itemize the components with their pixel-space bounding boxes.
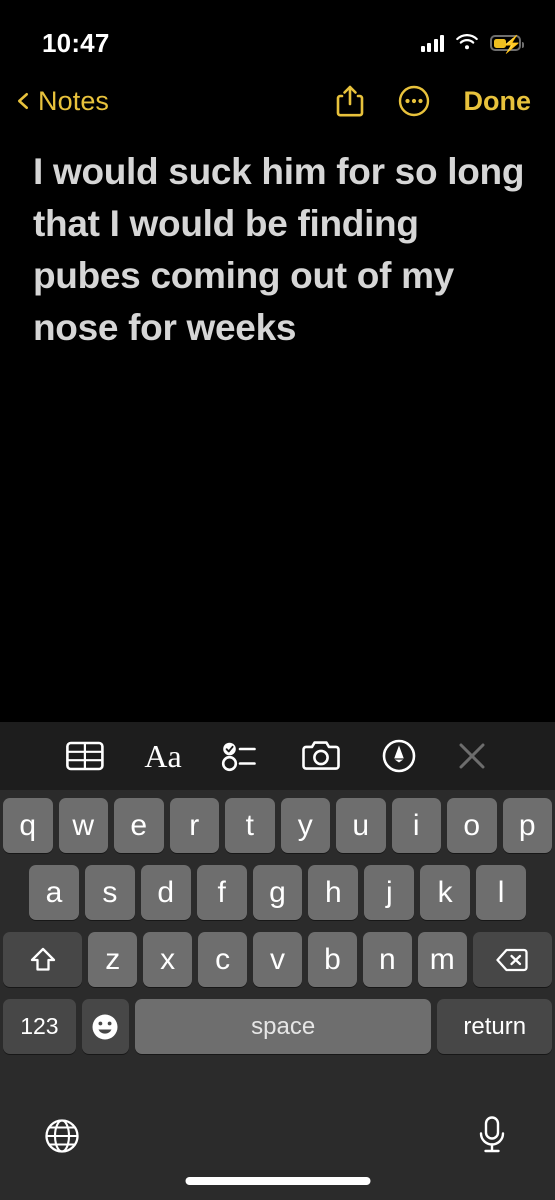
checklist-button[interactable] — [221, 739, 261, 773]
format-toolbar: Aa — [0, 722, 555, 790]
share-button[interactable] — [336, 84, 364, 118]
table-button[interactable] — [65, 739, 105, 773]
microphone-icon — [479, 1116, 505, 1153]
checklist-icon — [221, 742, 256, 772]
key-w[interactable]: w — [58, 798, 108, 853]
navigation-bar: Notes Done — [0, 72, 555, 130]
key-y[interactable]: y — [280, 798, 330, 853]
keyboard-row-2: a s d f g h j k l — [0, 865, 555, 920]
status-time: 10:47 — [42, 27, 110, 58]
key-t[interactable]: t — [225, 798, 275, 853]
table-icon — [66, 741, 105, 771]
key-d[interactable]: d — [140, 865, 191, 920]
status-indicators: ⚡ — [420, 34, 524, 54]
close-keyboard-button[interactable] — [455, 739, 489, 773]
cellular-signal-icon — [420, 34, 444, 52]
language-switch-button[interactable] — [42, 1116, 82, 1161]
key-q[interactable]: q — [3, 798, 53, 853]
note-editor[interactable]: I would suck him for so long that I woul… — [0, 130, 555, 720]
keyboard-bottom-bar — [0, 1100, 555, 1200]
back-button-label: Notes — [38, 85, 110, 116]
camera-button[interactable] — [300, 739, 342, 773]
key-x[interactable]: x — [143, 932, 193, 987]
back-to-notes-button[interactable]: Notes — [14, 86, 109, 117]
phone-screen: 10:47 ⚡ Notes Done I would suck him for … — [0, 0, 555, 1200]
key-g[interactable]: g — [252, 865, 303, 920]
return-key[interactable]: return — [437, 999, 553, 1054]
keyboard-row-4: 123 space return — [0, 999, 555, 1054]
shift-icon — [30, 947, 55, 971]
backspace-key[interactable] — [472, 932, 552, 987]
close-icon — [459, 743, 485, 769]
key-v[interactable]: v — [253, 932, 302, 987]
space-key[interactable]: space — [134, 999, 432, 1054]
share-icon — [336, 85, 363, 117]
wifi-icon — [456, 34, 478, 50]
ellipsis-circle-icon — [398, 85, 429, 117]
camera-icon — [301, 741, 340, 770]
key-j[interactable]: j — [364, 865, 415, 920]
key-e[interactable]: e — [114, 798, 164, 853]
emoji-icon — [92, 1014, 118, 1039]
key-f[interactable]: f — [196, 865, 247, 920]
globe-icon — [45, 1119, 79, 1153]
backspace-icon — [496, 948, 528, 971]
key-n[interactable]: n — [362, 932, 412, 987]
done-button[interactable]: Done — [464, 86, 532, 117]
more-options-button[interactable] — [398, 85, 430, 117]
key-u[interactable]: u — [336, 798, 386, 853]
status-bar: 10:47 ⚡ — [0, 0, 555, 72]
key-p[interactable]: p — [502, 798, 552, 853]
key-i[interactable]: i — [391, 798, 441, 853]
note-body-text: I would suck him for so long that I woul… — [33, 151, 535, 348]
numbers-key[interactable]: 123 — [3, 999, 76, 1054]
key-o[interactable]: o — [447, 798, 497, 853]
key-b[interactable]: b — [307, 932, 357, 987]
shift-key[interactable] — [3, 932, 83, 987]
key-c[interactable]: c — [198, 932, 248, 987]
nav-actions: Done — [336, 84, 532, 118]
markup-pen-icon — [382, 739, 415, 773]
markup-button[interactable] — [381, 738, 417, 774]
key-a[interactable]: a — [29, 865, 79, 920]
key-r[interactable]: r — [169, 798, 219, 853]
keyboard-row-3: z x c v b n m — [0, 932, 555, 987]
key-m[interactable]: m — [417, 932, 467, 987]
key-s[interactable]: s — [84, 865, 135, 920]
text-format-button[interactable]: Aa — [144, 738, 181, 775]
keyboard-row-1: q w e r t y u i o p — [0, 790, 555, 853]
dictation-button[interactable] — [475, 1114, 509, 1163]
home-indicator — [185, 1177, 370, 1185]
key-z[interactable]: z — [88, 932, 138, 987]
chevron-left-icon — [17, 92, 29, 110]
battery-charging-icon: ⚡ — [490, 35, 524, 54]
key-l[interactable]: l — [476, 865, 527, 920]
key-h[interactable]: h — [308, 865, 359, 920]
key-k[interactable]: k — [420, 865, 471, 920]
emoji-key[interactable] — [81, 999, 129, 1054]
